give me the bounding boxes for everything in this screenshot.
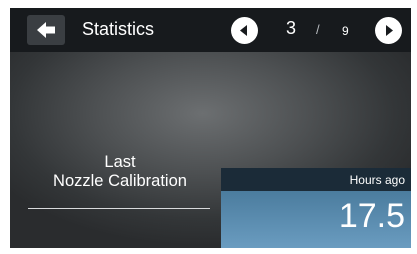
- stat-value: 17.5: [338, 197, 405, 235]
- statistics-screen: Statistics 3 / 9 Last Nozzle Calibration…: [10, 8, 411, 248]
- stat-value-box: 17.5: [221, 191, 411, 248]
- arrow-left-icon: [37, 22, 55, 38]
- page-total: 9: [342, 24, 349, 38]
- stat-label-line-2: Nozzle Calibration: [53, 172, 187, 190]
- stat-unit: Hours ago: [349, 173, 405, 187]
- label-divider: [28, 208, 210, 209]
- stat-label: Last Nozzle Calibration: [20, 153, 220, 191]
- previous-page-button[interactable]: [231, 17, 258, 44]
- page-title: Statistics: [82, 19, 155, 39]
- next-page-button[interactable]: [375, 17, 402, 44]
- stat-value-panel: Hours ago 17.5: [221, 168, 411, 248]
- stat-unit-header: Hours ago: [221, 168, 411, 191]
- page-current: 3: [286, 18, 297, 38]
- stat-label-line-1: Last: [104, 153, 136, 171]
- chevron-left-icon: [240, 25, 247, 36]
- page-separator: /: [316, 22, 320, 37]
- chevron-right-icon: [386, 25, 393, 36]
- top-bar: Statistics 3 / 9: [10, 8, 411, 52]
- back-button[interactable]: [27, 15, 65, 45]
